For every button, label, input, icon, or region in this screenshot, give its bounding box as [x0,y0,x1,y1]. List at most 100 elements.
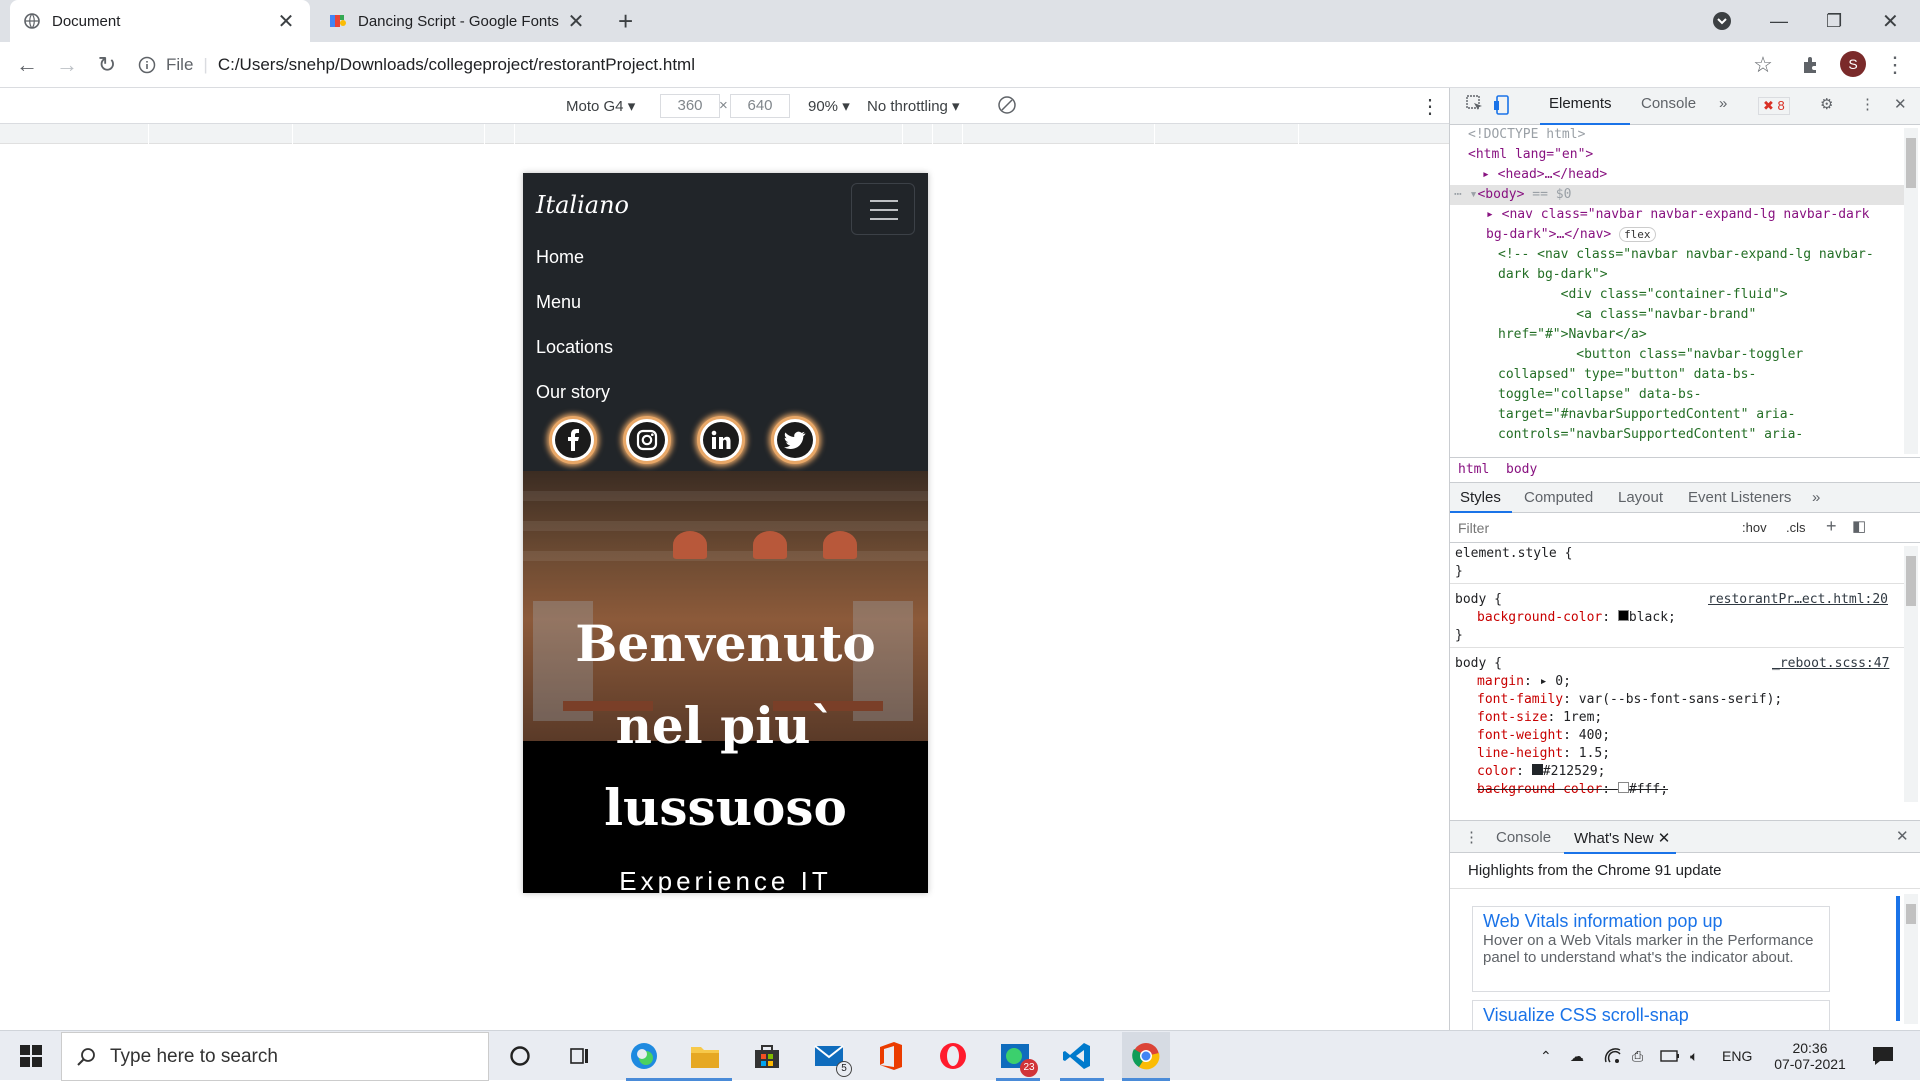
wifi-icon[interactable] [1604,1031,1622,1081]
nav-line-2[interactable]: bg-dark">…</nav> flex [1486,225,1656,245]
card-title[interactable]: Web Vitals information pop up [1483,911,1819,932]
inspect-element-icon[interactable] [1466,95,1484,113]
doctype-line[interactable]: <!DOCTYPE html> [1468,125,1585,145]
notifications-icon[interactable] [1872,1031,1894,1081]
edge-icon[interactable] [627,1039,661,1073]
element-style-rule[interactable]: element.style { [1455,545,1572,563]
close-window-button[interactable]: ✕ [1882,0,1899,42]
device-toolbar-icon[interactable] [1494,95,1512,115]
comment-line[interactable]: dark bg-dark"> [1498,265,1608,285]
body-line[interactable]: ⋯ ▾<body> == $0 [1450,185,1906,205]
reload-button[interactable]: ↻ [94,52,120,78]
comment-line[interactable]: toggle="collapse" data-bs- [1498,385,1702,405]
tab-styles[interactable]: Styles [1460,489,1501,506]
height-input[interactable]: 640 [730,94,790,118]
style-declaration[interactable]: font-family: var(--bs-font-sans-serif); [1477,691,1782,709]
task-view-icon[interactable] [563,1039,597,1073]
nav-link-home[interactable]: Home [536,247,584,268]
info-icon[interactable] [138,56,156,74]
new-tab-button[interactable]: + [618,6,633,37]
rule-source-link[interactable]: restorantPr…ect.html:20 [1708,591,1888,609]
nav-link-menu[interactable]: Menu [536,292,581,313]
media-query-ruler[interactable] [0,124,1449,144]
error-count-badge[interactable]: ✖ 8 [1758,97,1790,115]
throttling-select[interactable]: No throttling ▾ [867,97,960,115]
whatsapp-icon[interactable]: 23 [998,1039,1038,1077]
tab-console[interactable]: Console [1641,95,1696,112]
close-devtools-icon[interactable]: ✕ [1894,95,1907,113]
style-declaration[interactable]: color: #212529; [1477,763,1605,781]
bookmark-star-icon[interactable]: ☆ [1750,52,1776,78]
restore-button[interactable]: ❐ [1826,0,1842,42]
file-explorer-icon[interactable] [688,1039,722,1073]
cls-toggle[interactable]: .cls [1786,520,1806,535]
nav-link-our-story[interactable]: Our story [536,382,610,403]
device-icon[interactable]: ⎙ [1632,1031,1643,1081]
comment-line[interactable]: controls="navbarSupportedContent" aria- [1498,425,1803,445]
address-bar[interactable]: File | C:/Users/snehp/Downloads/collegep… [138,48,1748,82]
tab-search-icon[interactable] [1712,0,1732,42]
rule-source-link[interactable]: _reboot.scss:47 [1772,655,1889,673]
breadcrumb-html[interactable]: html [1458,462,1489,477]
onedrive-icon[interactable]: ☁ [1570,1031,1584,1081]
more-tabs-icon[interactable]: » [1719,95,1727,112]
whats-new-card[interactable]: Visualize CSS scroll-snap [1472,1000,1830,1030]
opera-icon[interactable] [936,1039,970,1073]
tray-chevron-icon[interactable]: ⌃ [1540,1031,1552,1081]
office-icon[interactable] [874,1039,908,1073]
facebook-icon[interactable] [549,416,597,464]
url-text[interactable]: C:/Users/snehp/Downloads/collegeproject/… [218,55,695,75]
devtools-menu-icon[interactable]: ⋮ [1860,95,1875,113]
clock[interactable]: 20:36 07-07-2021 [1770,1031,1850,1081]
zoom-select[interactable]: 90% ▾ [808,97,850,115]
head-line[interactable]: ▸ <head>…</head> [1482,165,1607,185]
toggle-sidebar-icon[interactable]: ◧ [1852,517,1866,535]
drawer-tab-console[interactable]: Console [1496,829,1551,846]
dom-scrollbar[interactable] [1904,128,1918,454]
style-declaration[interactable]: font-weight: 400; [1477,727,1610,745]
drawer-menu-icon[interactable]: ⋮ [1464,828,1479,846]
chrome-icon[interactable] [1122,1032,1170,1080]
store-icon[interactable] [750,1039,784,1073]
comment-line[interactable]: <button class="navbar-toggler [1498,345,1803,365]
extensions-icon[interactable] [1798,52,1824,78]
windows-start-icon[interactable] [14,1039,48,1073]
drawer-scrollbar[interactable] [1904,894,1918,1024]
instagram-icon[interactable] [623,416,671,464]
rotate-icon[interactable] [997,95,1017,115]
hov-toggle[interactable]: :hov [1742,520,1767,535]
nav-line[interactable]: ▸ <nav class="navbar navbar-expand-lg na… [1486,205,1870,225]
tab-elements[interactable]: Elements [1549,95,1612,112]
new-rule-icon[interactable]: + [1826,516,1837,537]
comment-line[interactable]: target="#navbarSupportedContent" aria- [1498,405,1795,425]
battery-icon[interactable] [1660,1031,1680,1081]
style-declaration-overridden[interactable]: background-color: #fff; [1477,781,1668,799]
taskbar-search[interactable]: Type here to search [61,1032,489,1081]
comment-line[interactable]: <a class="navbar-brand" [1498,305,1756,325]
style-declaration[interactable]: background-color: black; [1477,609,1676,627]
whats-new-card[interactable]: Web Vitals information pop up Hover on a… [1472,906,1830,992]
drawer-tab-whats-new[interactable]: What's New ✕ [1574,829,1670,847]
comment-line[interactable]: <div class="container-fluid"> [1498,285,1788,305]
comment-line[interactable]: href="#">Navbar</a> [1498,325,1647,345]
close-tab-icon[interactable]: ✕ [276,9,296,34]
more-style-tabs-icon[interactable]: » [1812,489,1820,506]
tab-event-listeners[interactable]: Event Listeners [1688,489,1791,506]
minimize-button[interactable]: — [1770,0,1788,42]
device-select[interactable]: Moto G4 ▾ [566,97,635,115]
mail-icon[interactable]: 5 [812,1039,852,1077]
body-rule-selector[interactable]: body { [1455,655,1502,673]
back-button[interactable]: ← [14,52,40,78]
styles-scrollbar[interactable] [1904,546,1918,802]
twitter-icon[interactable] [771,416,819,464]
navbar-toggler-button[interactable] [851,183,915,235]
linkedin-icon[interactable] [697,416,745,464]
comment-line[interactable]: collapsed" type="button" data-bs- [1498,365,1756,385]
nav-link-locations[interactable]: Locations [536,337,613,358]
comment-line[interactable]: <!-- <nav class="navbar navbar-expand-lg… [1498,245,1874,265]
language-indicator[interactable]: ENG [1722,1031,1752,1081]
tab-document[interactable]: Document ✕ [10,0,310,42]
device-menu-icon[interactable]: ⋮ [1420,94,1440,119]
profile-avatar[interactable]: S [1840,51,1866,77]
card-title[interactable]: Visualize CSS scroll-snap [1483,1005,1819,1026]
